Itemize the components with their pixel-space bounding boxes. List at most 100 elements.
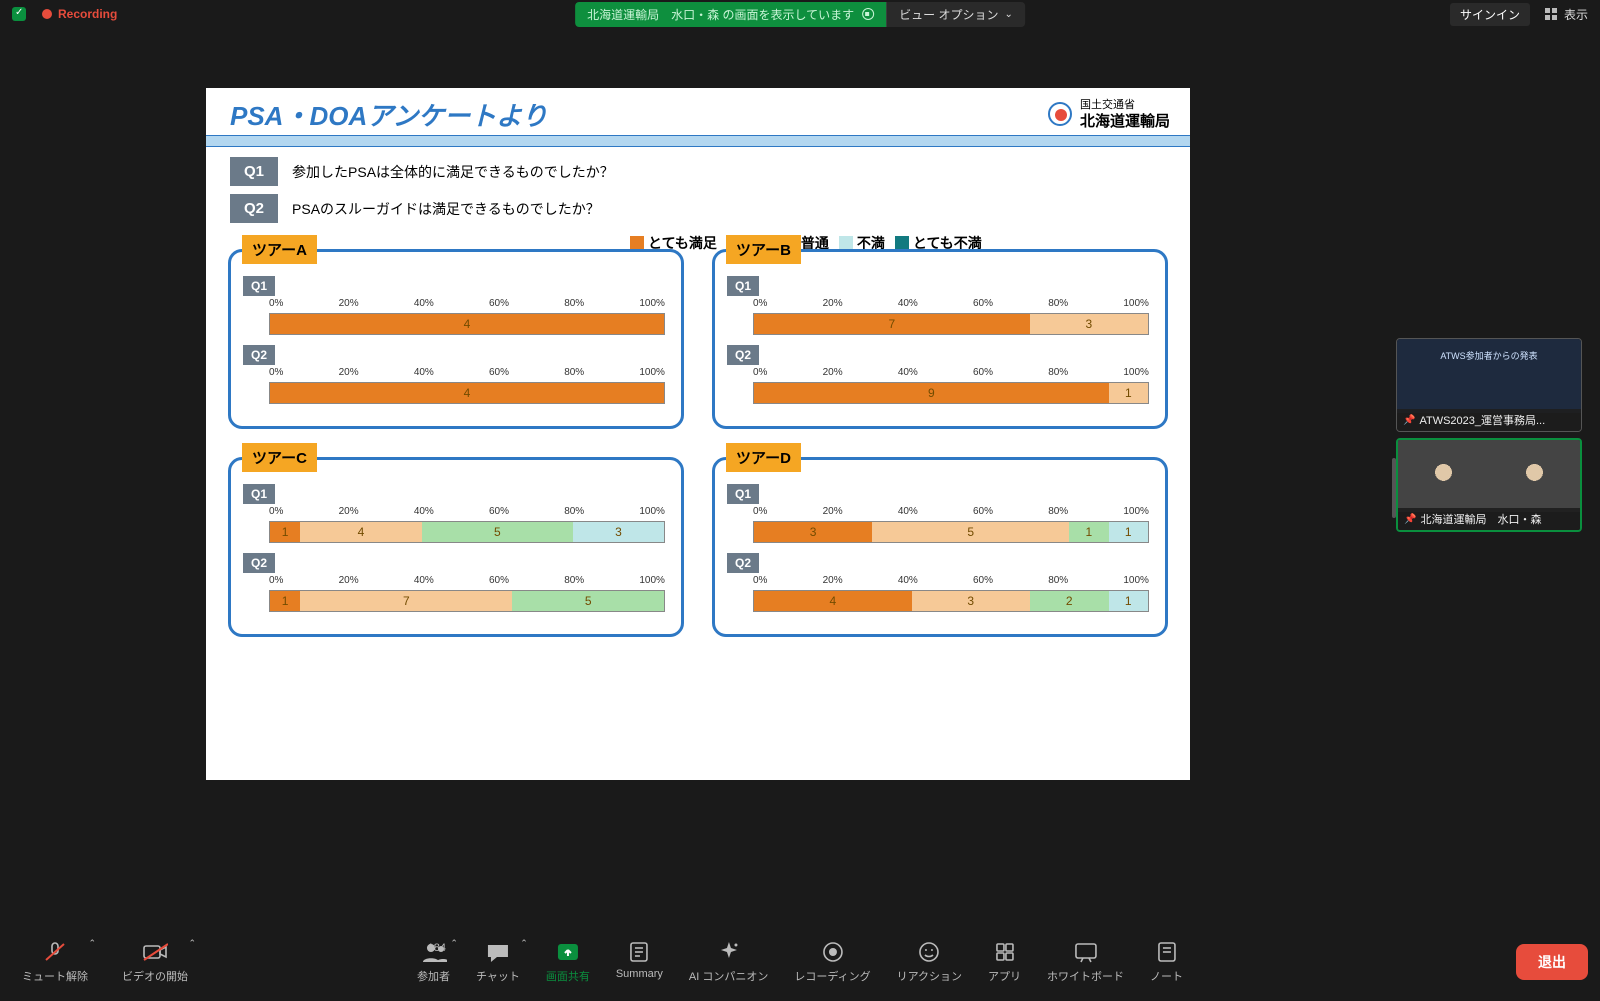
bar-track: 4321	[753, 590, 1149, 612]
mini-q-badge: Q2	[243, 345, 275, 365]
recording-label: Recording	[58, 7, 117, 21]
ministry-big: 北海道運輸局	[1080, 112, 1170, 132]
bar-segment: 3	[573, 522, 664, 542]
share-icon	[555, 940, 581, 964]
mini-q-badge: Q1	[727, 484, 759, 504]
notes-icon	[1154, 940, 1180, 964]
share-label: 画面共有	[546, 968, 590, 984]
tour-panel: Q10%20%40%60%80%100%73Q20%20%40%60%80%10…	[712, 249, 1168, 429]
bar-track: 3511	[753, 521, 1149, 543]
bar-segment: 5	[872, 522, 1069, 542]
tour-chart: ツアーDQ10%20%40%60%80%100%3511Q20%20%40%60…	[712, 445, 1168, 637]
apps-button[interactable]: アプリ	[978, 934, 1031, 990]
reactions-button[interactable]: リアクション	[887, 934, 972, 990]
video-button[interactable]: ⌃ ビデオの開始	[112, 934, 198, 990]
video-label: ビデオの開始	[122, 968, 188, 984]
notes-button[interactable]: ノート	[1140, 934, 1193, 990]
participants-thumbs: ATWS参加者からの発表 📌ATWS2023_運営事務局... 📌 北海道運輸局 …	[1396, 338, 1582, 923]
bar-segment: 1	[270, 591, 300, 611]
q1-text: 参加したPSAは全体的に満足できるものでしたか？	[292, 162, 614, 182]
share-banner-text: 北海道運輸局 水口・森 の画面を表示しています	[587, 6, 854, 23]
q2-badge: Q2	[230, 194, 278, 223]
mini-q-badge: Q1	[243, 276, 275, 296]
record-button[interactable]: レコーディング	[784, 934, 880, 990]
signin-button[interactable]: サインイン	[1450, 3, 1530, 26]
ministry-logo: 国土交通省 北海道運輸局	[1048, 98, 1170, 132]
view-options-dropdown[interactable]: ビュー オプション ⌄	[886, 2, 1025, 27]
bar-segment: 5	[422, 522, 574, 542]
mute-button[interactable]: ⌃ ミュート解除	[12, 934, 98, 990]
chat-label: チャット	[476, 968, 520, 984]
charts-grid: ツアーA Q1 0%20%40%60%80%100% 4 Q2 0%20%40%60%80…	[206, 231, 1190, 653]
share-screen-button[interactable]: 画面共有	[536, 934, 600, 990]
summary-label: Summary	[616, 968, 663, 980]
chevron-up-icon[interactable]: ⌃	[450, 938, 458, 949]
bar-track: 4	[269, 382, 665, 404]
mic-off-icon	[42, 940, 68, 964]
mini-q-badge: Q2	[727, 553, 759, 573]
tour-label: ツアーA	[242, 235, 317, 264]
shield-icon[interactable]	[12, 7, 26, 21]
q2-text: PSAのスルーガイドは満足できるものでしたか？	[292, 199, 600, 219]
whiteboard-button[interactable]: ホワイトボード	[1037, 934, 1134, 990]
view-button[interactable]: 表示	[1544, 6, 1588, 23]
stop-share-icon[interactable]	[862, 8, 874, 20]
bar-segment: 7	[300, 591, 512, 611]
apps-label: アプリ	[988, 968, 1021, 984]
whiteboard-label: ホワイトボード	[1047, 968, 1124, 984]
chevron-up-icon[interactable]: ⌃	[88, 938, 96, 949]
bar-segment: 4	[754, 591, 912, 611]
participants-label: 参加者	[417, 968, 450, 984]
chevron-up-icon[interactable]: ⌃	[188, 938, 196, 949]
smile-icon	[916, 940, 942, 964]
recording-dot-icon	[42, 9, 52, 19]
view-label: 表示	[1564, 6, 1588, 23]
summary-button[interactable]: Summary	[606, 934, 673, 990]
pin-icon: 📌	[1403, 415, 1415, 426]
thumb-presenter[interactable]: ATWS参加者からの発表 📌ATWS2023_運営事務局...	[1396, 338, 1582, 432]
participants-button[interactable]: 184 ⌃ 参加者	[407, 934, 460, 990]
bar-segment: 1	[1109, 591, 1148, 611]
chevron-up-icon[interactable]: ⌃	[520, 938, 528, 949]
summary-icon	[626, 940, 652, 964]
ai-companion-button[interactable]: AI コンパニオン	[679, 934, 778, 990]
thumb-label-1: 北海道運輸局 水口・森	[1420, 511, 1541, 527]
bar-segment: 9	[754, 383, 1109, 403]
axis-ticks: 0%20%40%60%80%100%	[753, 367, 1149, 378]
tour-chart: ツアーBQ10%20%40%60%80%100%73Q20%20%40%60%8…	[712, 237, 1168, 429]
person-icon	[1489, 440, 1580, 512]
person-icon	[1398, 440, 1489, 512]
bar-segment: 3	[912, 591, 1030, 611]
bar-track: 73	[753, 313, 1149, 335]
chat-button[interactable]: ⌃ チャット	[466, 934, 530, 990]
bar-segment: 3	[754, 522, 872, 542]
record-label: レコーディング	[794, 968, 870, 984]
thumb-body: ATWS参加者からの発表	[1397, 339, 1581, 413]
bar-track: 4	[269, 313, 665, 335]
slide-title: PSA・DOAアンケートより	[230, 96, 548, 133]
tour-panel: Q10%20%40%60%80%100%1453Q20%20%40%60%80%…	[228, 457, 684, 637]
share-banner[interactable]: 北海道運輸局 水口・森 の画面を表示しています	[575, 2, 886, 27]
pin-icon: 📌	[1404, 514, 1416, 525]
title-underline	[206, 135, 1190, 147]
bar-segment: 5	[512, 591, 664, 611]
chat-icon	[485, 940, 511, 964]
axis-ticks: 0%20%40%60%80%100%	[753, 575, 1149, 586]
leave-button[interactable]: 退出	[1516, 944, 1588, 980]
slide-area: PSA・DOAアンケートより 国土交通省 北海道運輸局 Q1 参加したPSAは全…	[0, 28, 1396, 923]
tour-panel: Q10%20%40%60%80%100%3511Q20%20%40%60%80%…	[712, 457, 1168, 637]
mini-q-badge: Q2	[243, 553, 275, 573]
bar-segment: 1	[270, 522, 300, 542]
shared-slide: PSA・DOAアンケートより 国土交通省 北海道運輸局 Q1 参加したPSAは全…	[206, 88, 1190, 780]
bar-segment: 1	[1109, 522, 1148, 542]
bar-segment: 4	[300, 522, 421, 542]
thumb-body	[1398, 440, 1580, 512]
bar-segment: 2	[1030, 591, 1109, 611]
axis-ticks: 0%20%40%60%80%100%	[753, 506, 1149, 517]
whiteboard-icon	[1073, 940, 1099, 964]
bottom-toolbar: ⌃ ミュート解除 ⌃ ビデオの開始 184 ⌃ 参加者 ⌃ チャット	[0, 923, 1600, 1001]
notes-label: ノート	[1150, 968, 1183, 984]
bar-segment: 1	[1069, 522, 1108, 542]
thumb-speaker[interactable]: 📌 北海道運輸局 水口・森	[1396, 438, 1582, 532]
tour-label: ツアーB	[726, 235, 801, 264]
